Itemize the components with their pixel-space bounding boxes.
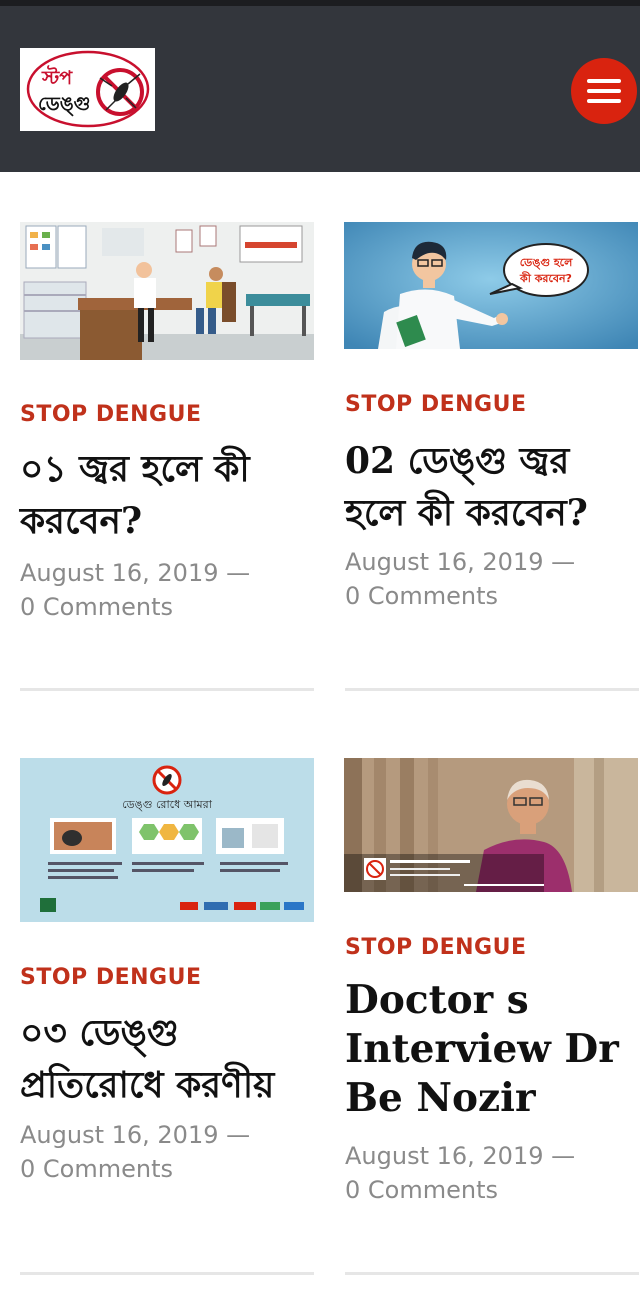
- menu-button[interactable]: [571, 58, 637, 124]
- comments-link[interactable]: 0 Comments: [20, 593, 173, 621]
- site-header: স্টপ ডেঙ্গু: [0, 6, 640, 172]
- svg-text:ডেঙ্গু: ডেঙ্গু: [38, 93, 90, 117]
- post-thumbnail[interactable]: ডেঙ্গু হলে কী করবেন?: [344, 222, 638, 349]
- post-meta: August 16, 2019 — 0 Comments: [345, 1139, 639, 1207]
- comments-link[interactable]: 0 Comments: [20, 1155, 173, 1183]
- meta-separator: —: [551, 548, 576, 576]
- post-date[interactable]: August 16, 2019: [20, 559, 219, 587]
- post-divider: [345, 688, 639, 691]
- stop-dengue-logo-icon: স্টপ ডেঙ্গু: [26, 50, 150, 128]
- post-category-link[interactable]: STOP DENGUE: [345, 392, 527, 417]
- svg-text:ডেঙ্গু হলে: ডেঙ্গু হলে: [520, 256, 573, 270]
- svg-text:ডেঙ্গু রোধে আমরা: ডেঙ্গু রোধে আমরা: [122, 798, 213, 811]
- hamburger-icon: [587, 79, 621, 83]
- post-meta: August 16, 2019 — 0 Comments: [345, 545, 639, 613]
- comments-link[interactable]: 0 Comments: [345, 582, 498, 610]
- meta-separator: —: [226, 559, 251, 587]
- meta-separator: —: [226, 1121, 251, 1149]
- post-divider: [20, 688, 314, 691]
- site-logo[interactable]: স্টপ ডেঙ্গু: [20, 48, 155, 131]
- post-divider: [20, 1272, 314, 1275]
- post-meta: August 16, 2019 — 0 Comments: [20, 1118, 314, 1186]
- post-title[interactable]: Doctor s Interview Dr Be Nozir: [345, 976, 639, 1123]
- post-meta: August 16, 2019 — 0 Comments: [20, 556, 314, 624]
- post-thumbnail[interactable]: [344, 758, 638, 892]
- post-title[interactable]: ০১ জ্বর হলে কী করবেন?: [20, 443, 314, 547]
- post-thumbnail[interactable]: [20, 222, 314, 360]
- post-category-link[interactable]: STOP DENGUE: [345, 935, 527, 960]
- post-divider: [345, 1272, 639, 1275]
- post-category-link[interactable]: STOP DENGUE: [20, 402, 202, 427]
- svg-text:স্টপ: স্টপ: [41, 65, 73, 89]
- post-category-link[interactable]: STOP DENGUE: [20, 965, 202, 990]
- meta-separator: —: [551, 1142, 576, 1170]
- post-title[interactable]: 02 ডেঙ্গু জ্বর হলে কী করবেন?: [345, 435, 639, 539]
- post-date[interactable]: August 16, 2019: [345, 1142, 544, 1170]
- post-thumbnail[interactable]: ডেঙ্গু রোধে আমরা: [20, 758, 314, 922]
- hamburger-icon-bar: [587, 89, 621, 93]
- hamburger-icon-bar: [587, 99, 621, 103]
- post-date[interactable]: August 16, 2019: [345, 548, 544, 576]
- post-title[interactable]: ০৩ ডেঙ্গু প্রতিরোধে করণীয়: [20, 1007, 314, 1111]
- comments-link[interactable]: 0 Comments: [345, 1176, 498, 1204]
- svg-text:কী করবেন?: কী করবেন?: [519, 271, 572, 285]
- post-date[interactable]: August 16, 2019: [20, 1121, 219, 1149]
